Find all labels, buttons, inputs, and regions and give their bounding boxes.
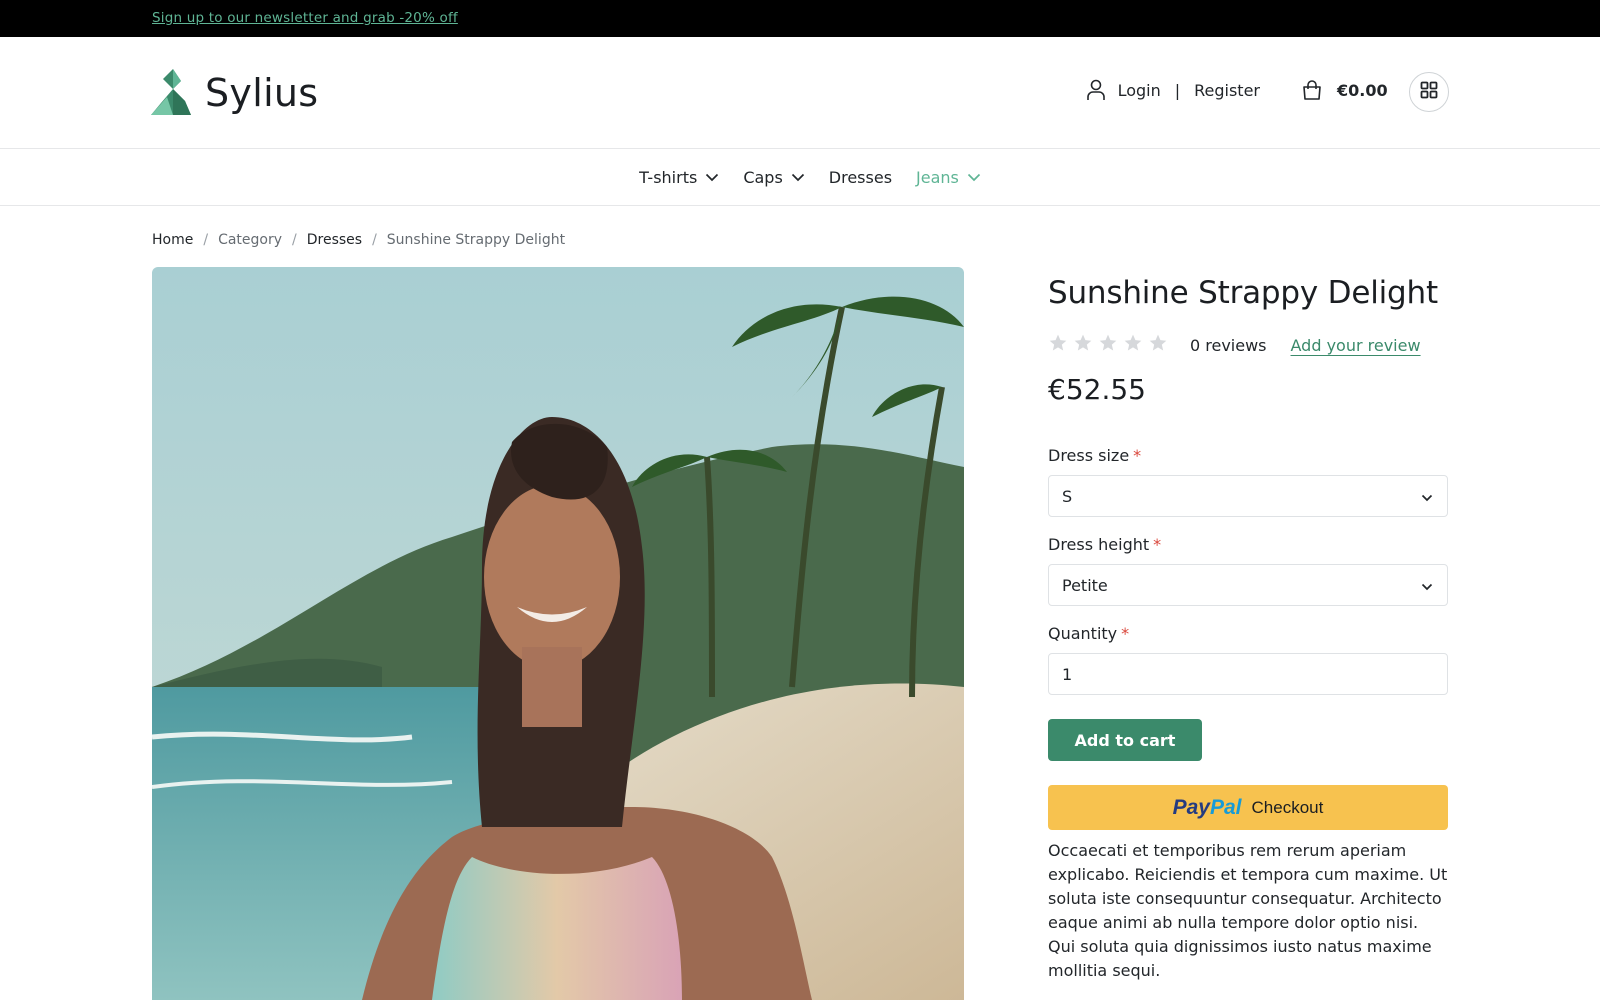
- quantity-label: Quantity *: [1048, 624, 1448, 643]
- required-marker: *: [1133, 446, 1142, 465]
- product-price: €52.55: [1048, 373, 1146, 406]
- paypal-checkout-label: Checkout: [1251, 797, 1324, 817]
- dress-size-select[interactable]: S: [1048, 475, 1448, 517]
- register-link[interactable]: Register: [1194, 81, 1260, 100]
- quantity-value: 1: [1062, 664, 1073, 684]
- star-icon: [1098, 333, 1118, 357]
- newsletter-link[interactable]: Sign up to our newsletter and grab -20% …: [152, 10, 458, 26]
- dress-height-select[interactable]: Petite: [1048, 564, 1448, 606]
- star-icon: [1048, 333, 1068, 357]
- user-icon: [1086, 79, 1106, 101]
- main-nav: T-shirts Caps Dresses Jeans: [0, 149, 1600, 206]
- nav-item-label: Caps: [743, 167, 783, 187]
- star-icon: [1123, 333, 1143, 357]
- nav-item-caps[interactable]: Caps: [743, 168, 804, 187]
- dress-size-label: Dress size *: [1048, 446, 1448, 465]
- dress-size-label-text: Dress size: [1048, 446, 1130, 465]
- breadcrumb-home[interactable]: Home: [152, 232, 193, 248]
- product-description: Occaecati et temporibus rem rerum aperia…: [1048, 841, 1448, 980]
- add-review-link[interactable]: Add your review: [1291, 336, 1421, 355]
- breadcrumb-separator: /: [372, 232, 377, 248]
- chevron-down-icon: [791, 173, 805, 182]
- dress-size-value: S: [1062, 486, 1073, 506]
- breadcrumb-separator: /: [203, 232, 209, 248]
- nav-item-label: T-shirts: [639, 167, 698, 187]
- nav-item-dresses[interactable]: Dresses: [829, 168, 892, 187]
- nav-item-tshirts[interactable]: T-shirts: [639, 168, 719, 187]
- breadcrumb-separator: /: [292, 232, 297, 248]
- breadcrumb-current: Sunshine Strappy Delight: [386, 232, 566, 248]
- nav-item-jeans[interactable]: Jeans: [916, 168, 981, 187]
- breadcrumb-dresses[interactable]: Dresses: [307, 232, 362, 248]
- brand-name: Sylius: [205, 71, 319, 115]
- star-icon: [1073, 333, 1093, 357]
- nav-item-label: Jeans: [916, 167, 959, 187]
- chevron-down-icon: [1421, 576, 1433, 595]
- nav-item-label: Dresses: [828, 167, 893, 187]
- rating-row: 0 reviews Add your review: [1048, 333, 1448, 357]
- swan-logo-icon: [151, 67, 191, 119]
- reviews-count: 0 reviews: [1190, 335, 1267, 355]
- cart-button[interactable]: €0.00: [1301, 79, 1388, 101]
- dress-height-value: Petite: [1062, 575, 1108, 595]
- product-title: Sunshine Strappy Delight: [1048, 275, 1438, 311]
- quantity-input[interactable]: 1: [1048, 653, 1448, 695]
- dress-height-label-text: Dress height: [1048, 535, 1150, 554]
- shopping-bag-icon: [1301, 79, 1323, 101]
- grid-icon: [1420, 81, 1438, 103]
- product-info: Sunshine Strappy Delight 0 reviews Add y…: [1048, 267, 1448, 983]
- account-separator: |: [1174, 80, 1181, 100]
- breadcrumb-category[interactable]: Category: [218, 232, 282, 248]
- required-marker: *: [1153, 535, 1162, 554]
- paypal-checkout-button[interactable]: Pay Pal Checkout: [1048, 785, 1448, 830]
- star-rating[interactable]: [1048, 333, 1168, 357]
- breadcrumb: Home / Category / Dresses / Sunshine Str…: [152, 232, 565, 248]
- site-header: Sylius Login | Register €0.00: [0, 37, 1600, 149]
- star-icon: [1148, 333, 1168, 357]
- quantity-label-text: Quantity: [1048, 624, 1118, 643]
- chevron-down-icon: [1421, 487, 1433, 506]
- product-image[interactable]: [152, 267, 964, 1000]
- menu-grid-button[interactable]: [1409, 72, 1449, 112]
- cart-total: €0.00: [1337, 80, 1388, 100]
- chevron-down-icon: [967, 173, 981, 182]
- dress-height-label: Dress height *: [1048, 535, 1448, 554]
- announcement-bar: Sign up to our newsletter and grab -20% …: [0, 0, 1600, 37]
- paypal-logo-pay: Pay: [1172, 795, 1210, 819]
- login-link[interactable]: Login: [1118, 81, 1161, 100]
- chevron-down-icon: [705, 173, 719, 182]
- site-logo[interactable]: Sylius: [151, 67, 318, 119]
- paypal-logo-pal: Pal: [1210, 795, 1242, 819]
- add-to-cart-button[interactable]: Add to cart: [1048, 719, 1202, 761]
- required-marker: *: [1121, 624, 1130, 643]
- account-links: Login | Register: [1086, 79, 1260, 101]
